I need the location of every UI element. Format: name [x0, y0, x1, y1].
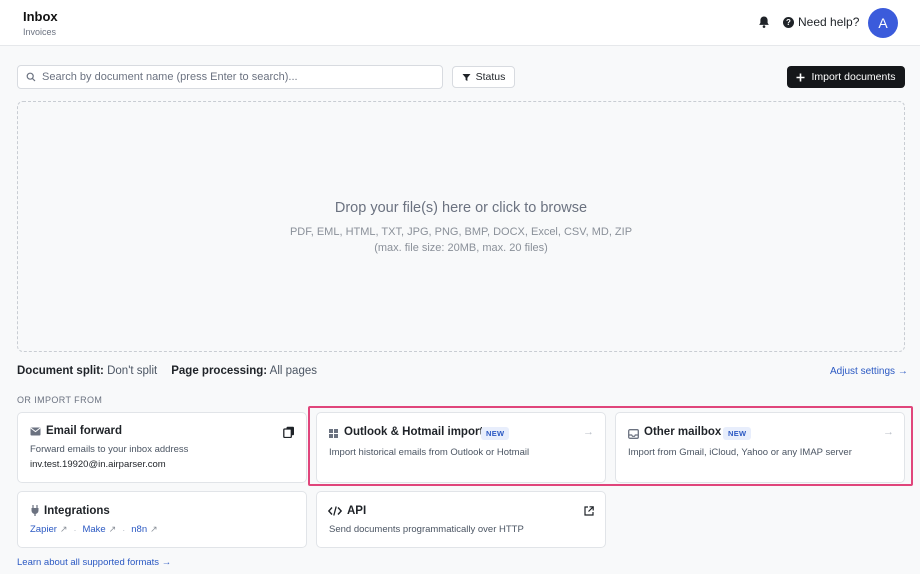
copy-icon[interactable] [283, 426, 295, 438]
avatar[interactable]: A [868, 8, 898, 38]
separator-dot: · [73, 524, 77, 535]
top-header: Inbox Invoices ? Need help? A [0, 0, 920, 46]
split-value: Don't split [107, 365, 158, 377]
code-icon [328, 506, 342, 516]
processing-label: Page processing: [171, 365, 268, 377]
dropzone-formats: PDF, EML, HTML, TXT, JPG, PNG, BMP, DOCX… [289, 226, 633, 238]
api-card[interactable]: API Send documents programmatically over… [316, 491, 606, 548]
split-label: Document split: [17, 365, 104, 377]
status-filter-button[interactable]: Status [452, 66, 515, 88]
highlight-box [308, 406, 913, 486]
learn-formats-link[interactable]: Learn about all supported formats → [17, 557, 171, 568]
mail-icon [30, 427, 41, 436]
page-title: Inbox [23, 9, 58, 24]
file-dropzone[interactable]: Drop your file(s) here or click to brows… [17, 101, 905, 352]
separator-dot: · [122, 524, 126, 535]
processing-value: All pages [269, 365, 317, 377]
adjust-settings-link[interactable]: Adjust settings → [830, 366, 908, 377]
external-link-icon[interactable] [584, 506, 594, 516]
dropzone-limits: (max. file size: 20MB, max. 20 files) [374, 242, 548, 254]
import-section-heading: OR IMPORT FROM [17, 395, 103, 405]
question-circle-icon: ? [783, 16, 794, 28]
dropzone-title: Drop your file(s) here or click to brows… [334, 200, 588, 216]
help-label: Need help? [798, 15, 860, 29]
search-input[interactable] [42, 71, 432, 83]
integrations-card: Integrations Zapier ↗ · Make ↗ · n8n ↗ [17, 491, 307, 548]
api-desc: Send documents programmatically over HTT… [329, 524, 524, 535]
search-box[interactable] [17, 65, 443, 89]
external-link-icon: ↗ [108, 524, 117, 534]
help-button[interactable]: ? Need help? [783, 14, 859, 30]
settings-summary: Document split: Don't split Page process… [17, 365, 317, 377]
email-forward-desc: Forward emails to your inbox address [30, 444, 189, 455]
integrations-title: Integrations [44, 505, 110, 517]
page-processing-setting: Page processing: All pages [171, 365, 317, 377]
bell-icon[interactable] [757, 15, 771, 29]
external-link-icon: ↗ [59, 524, 68, 534]
plus-icon [796, 73, 805, 82]
email-forward-card: Email forward Forward emails to your inb… [17, 412, 307, 483]
search-icon [26, 72, 36, 82]
n8n-link[interactable]: n8n [131, 524, 147, 535]
integration-links: Zapier ↗ · Make ↗ · n8n ↗ [30, 524, 158, 535]
email-forward-title: Email forward [46, 425, 123, 437]
make-link[interactable]: Make [82, 524, 105, 535]
filter-icon [462, 73, 471, 82]
status-label: Status [475, 71, 506, 83]
zapier-link[interactable]: Zapier [30, 524, 57, 535]
import-label: Import documents [811, 71, 896, 83]
api-title: API [347, 505, 367, 517]
page-subtitle: Invoices [23, 27, 57, 37]
document-split-setting: Document split: Don't split [17, 365, 157, 377]
email-forward-address: inv.test.19920@in.airparser.com [30, 459, 166, 470]
plug-icon [31, 505, 39, 516]
import-documents-button[interactable]: Import documents [787, 66, 905, 88]
external-link-icon: ↗ [150, 524, 158, 534]
